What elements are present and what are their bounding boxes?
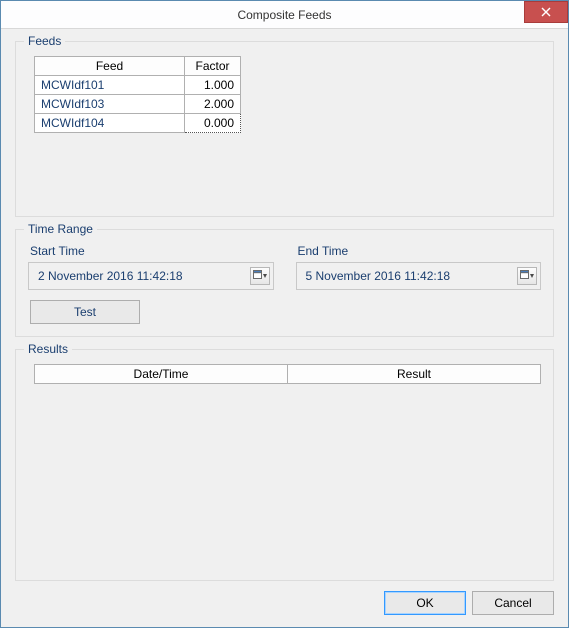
end-time-label: End Time [296, 244, 542, 258]
titlebar: Composite Feeds [1, 1, 568, 29]
factor-cell[interactable]: 2.000 [185, 95, 241, 114]
end-time-field: End Time 5 November 2016 11:42:18 [296, 244, 542, 290]
end-time-dropdown-button[interactable] [517, 267, 537, 285]
results-legend: Results [24, 342, 72, 356]
results-table[interactable]: Date/Time Result [34, 364, 541, 384]
results-header-row: Date/Time Result [35, 365, 541, 384]
start-time-picker[interactable]: 2 November 2016 11:42:18 [28, 262, 274, 290]
cancel-button-label: Cancel [494, 596, 531, 610]
test-button[interactable]: Test [30, 300, 140, 324]
table-row[interactable]: MCWIdf101 1.000 [35, 76, 241, 95]
start-time-value: 2 November 2016 11:42:18 [32, 269, 250, 283]
calendar-dropdown-icon [253, 270, 267, 282]
end-time-picker[interactable]: 5 November 2016 11:42:18 [296, 262, 542, 290]
test-button-label: Test [74, 305, 96, 319]
time-range-group: Time Range Start Time 2 November 2016 11… [15, 229, 554, 337]
close-button[interactable] [524, 1, 568, 23]
results-col-datetime[interactable]: Date/Time [35, 365, 288, 384]
feeds-table-wrap: Feed Factor MCWIdf101 1.000 MCWIdf103 2.… [28, 56, 541, 196]
time-range-legend: Time Range [24, 222, 97, 236]
feeds-col-feed[interactable]: Feed [35, 57, 185, 76]
start-time-label: Start Time [28, 244, 274, 258]
feed-cell[interactable]: MCWIdf103 [35, 95, 185, 114]
results-col-result[interactable]: Result [288, 365, 541, 384]
window-title: Composite Feeds [1, 8, 568, 22]
feeds-group: Feeds Feed Factor MCWIdf101 1.000 [15, 41, 554, 217]
close-icon [541, 7, 551, 17]
dialog-button-row: OK Cancel [15, 591, 554, 617]
feeds-table[interactable]: Feed Factor MCWIdf101 1.000 MCWIdf103 2.… [34, 56, 241, 133]
feeds-legend: Feeds [24, 34, 65, 48]
ok-button-label: OK [416, 596, 433, 610]
calendar-dropdown-icon [520, 270, 534, 282]
factor-cell[interactable]: 1.000 [185, 76, 241, 95]
table-row[interactable]: MCWIdf103 2.000 [35, 95, 241, 114]
results-body [28, 384, 541, 568]
feed-cell[interactable]: MCWIdf101 [35, 76, 185, 95]
results-group: Results Date/Time Result [15, 349, 554, 581]
table-row[interactable]: MCWIdf104 0.000 [35, 114, 241, 133]
factor-cell-selected[interactable]: 0.000 [185, 114, 241, 133]
start-time-field: Start Time 2 November 2016 11:42:18 [28, 244, 274, 290]
ok-button[interactable]: OK [384, 591, 466, 615]
start-time-dropdown-button[interactable] [250, 267, 270, 285]
end-time-value: 5 November 2016 11:42:18 [300, 269, 518, 283]
feeds-header-row: Feed Factor [35, 57, 241, 76]
dialog-content: Feeds Feed Factor MCWIdf101 1.000 [1, 29, 568, 627]
feed-cell[interactable]: MCWIdf104 [35, 114, 185, 133]
cancel-button[interactable]: Cancel [472, 591, 554, 615]
feeds-col-factor[interactable]: Factor [185, 57, 241, 76]
dialog-window: Composite Feeds Feeds Feed Factor [0, 0, 569, 628]
